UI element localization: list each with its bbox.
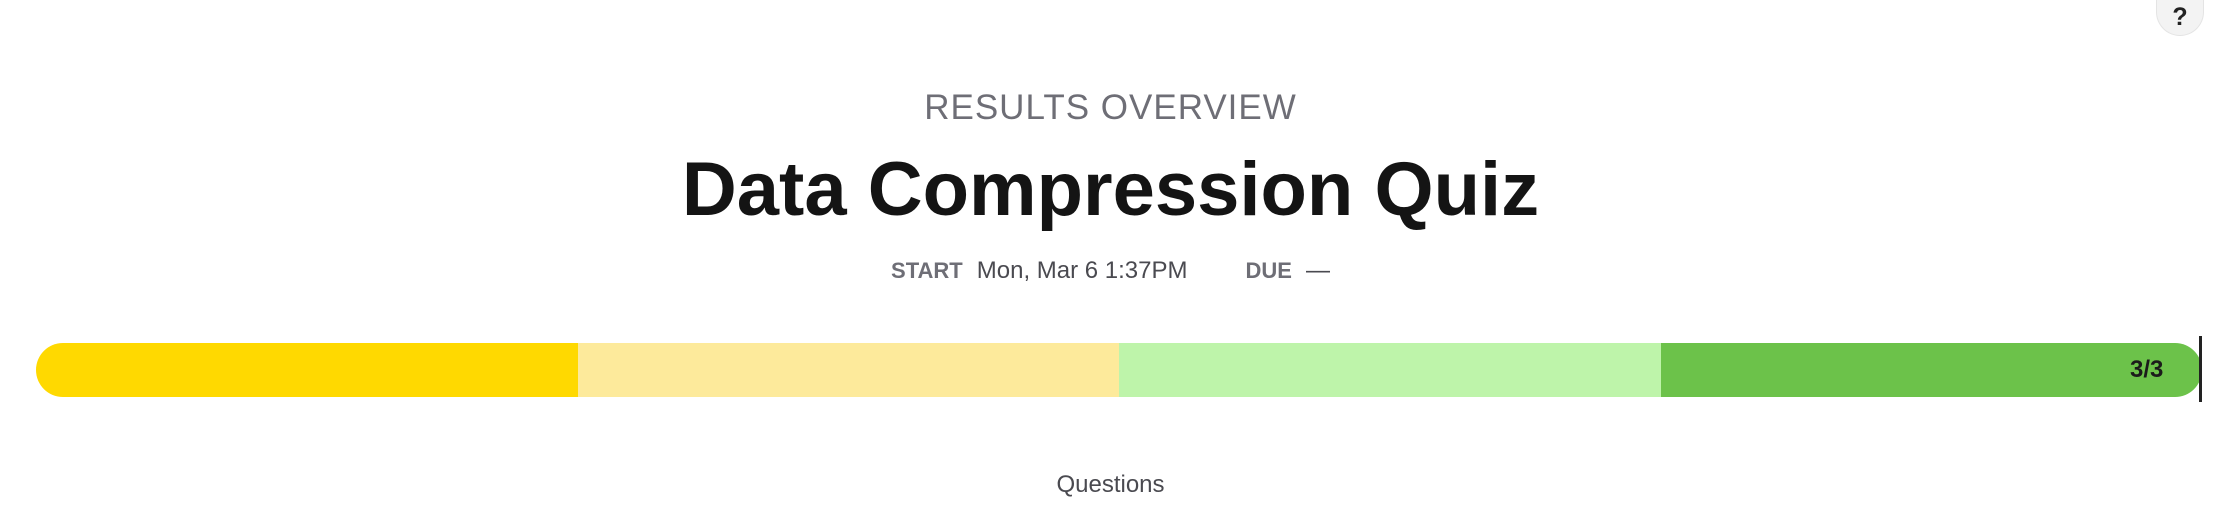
page-title: Data Compression Quiz: [681, 147, 1540, 232]
help-button[interactable]: ?: [2156, 0, 2204, 36]
start-value: Mon, Mar 6 1:37PM: [976, 257, 1188, 284]
progress-segment-4: [1660, 343, 2202, 397]
progress-bar: [36, 343, 2202, 397]
text-cursor: [2199, 336, 2202, 402]
due-label: DUE: [1245, 258, 1292, 283]
progress-segment-3: [1119, 343, 1661, 397]
start-label: START: [891, 258, 963, 283]
help-icon: ?: [2172, 3, 2188, 31]
due-value: —: [1305, 257, 1330, 284]
page-subtitle: RESULTS OVERVIEW: [924, 88, 1297, 127]
quiz-meta: START Mon, Mar 6 1:37PM DUE —: [0, 256, 2221, 286]
progress-segment-1: [36, 343, 578, 397]
questions-heading: Questions: [1056, 471, 1165, 498]
progress-segment-2: [577, 343, 1119, 397]
progress-count: 3/3: [2130, 356, 2164, 383]
